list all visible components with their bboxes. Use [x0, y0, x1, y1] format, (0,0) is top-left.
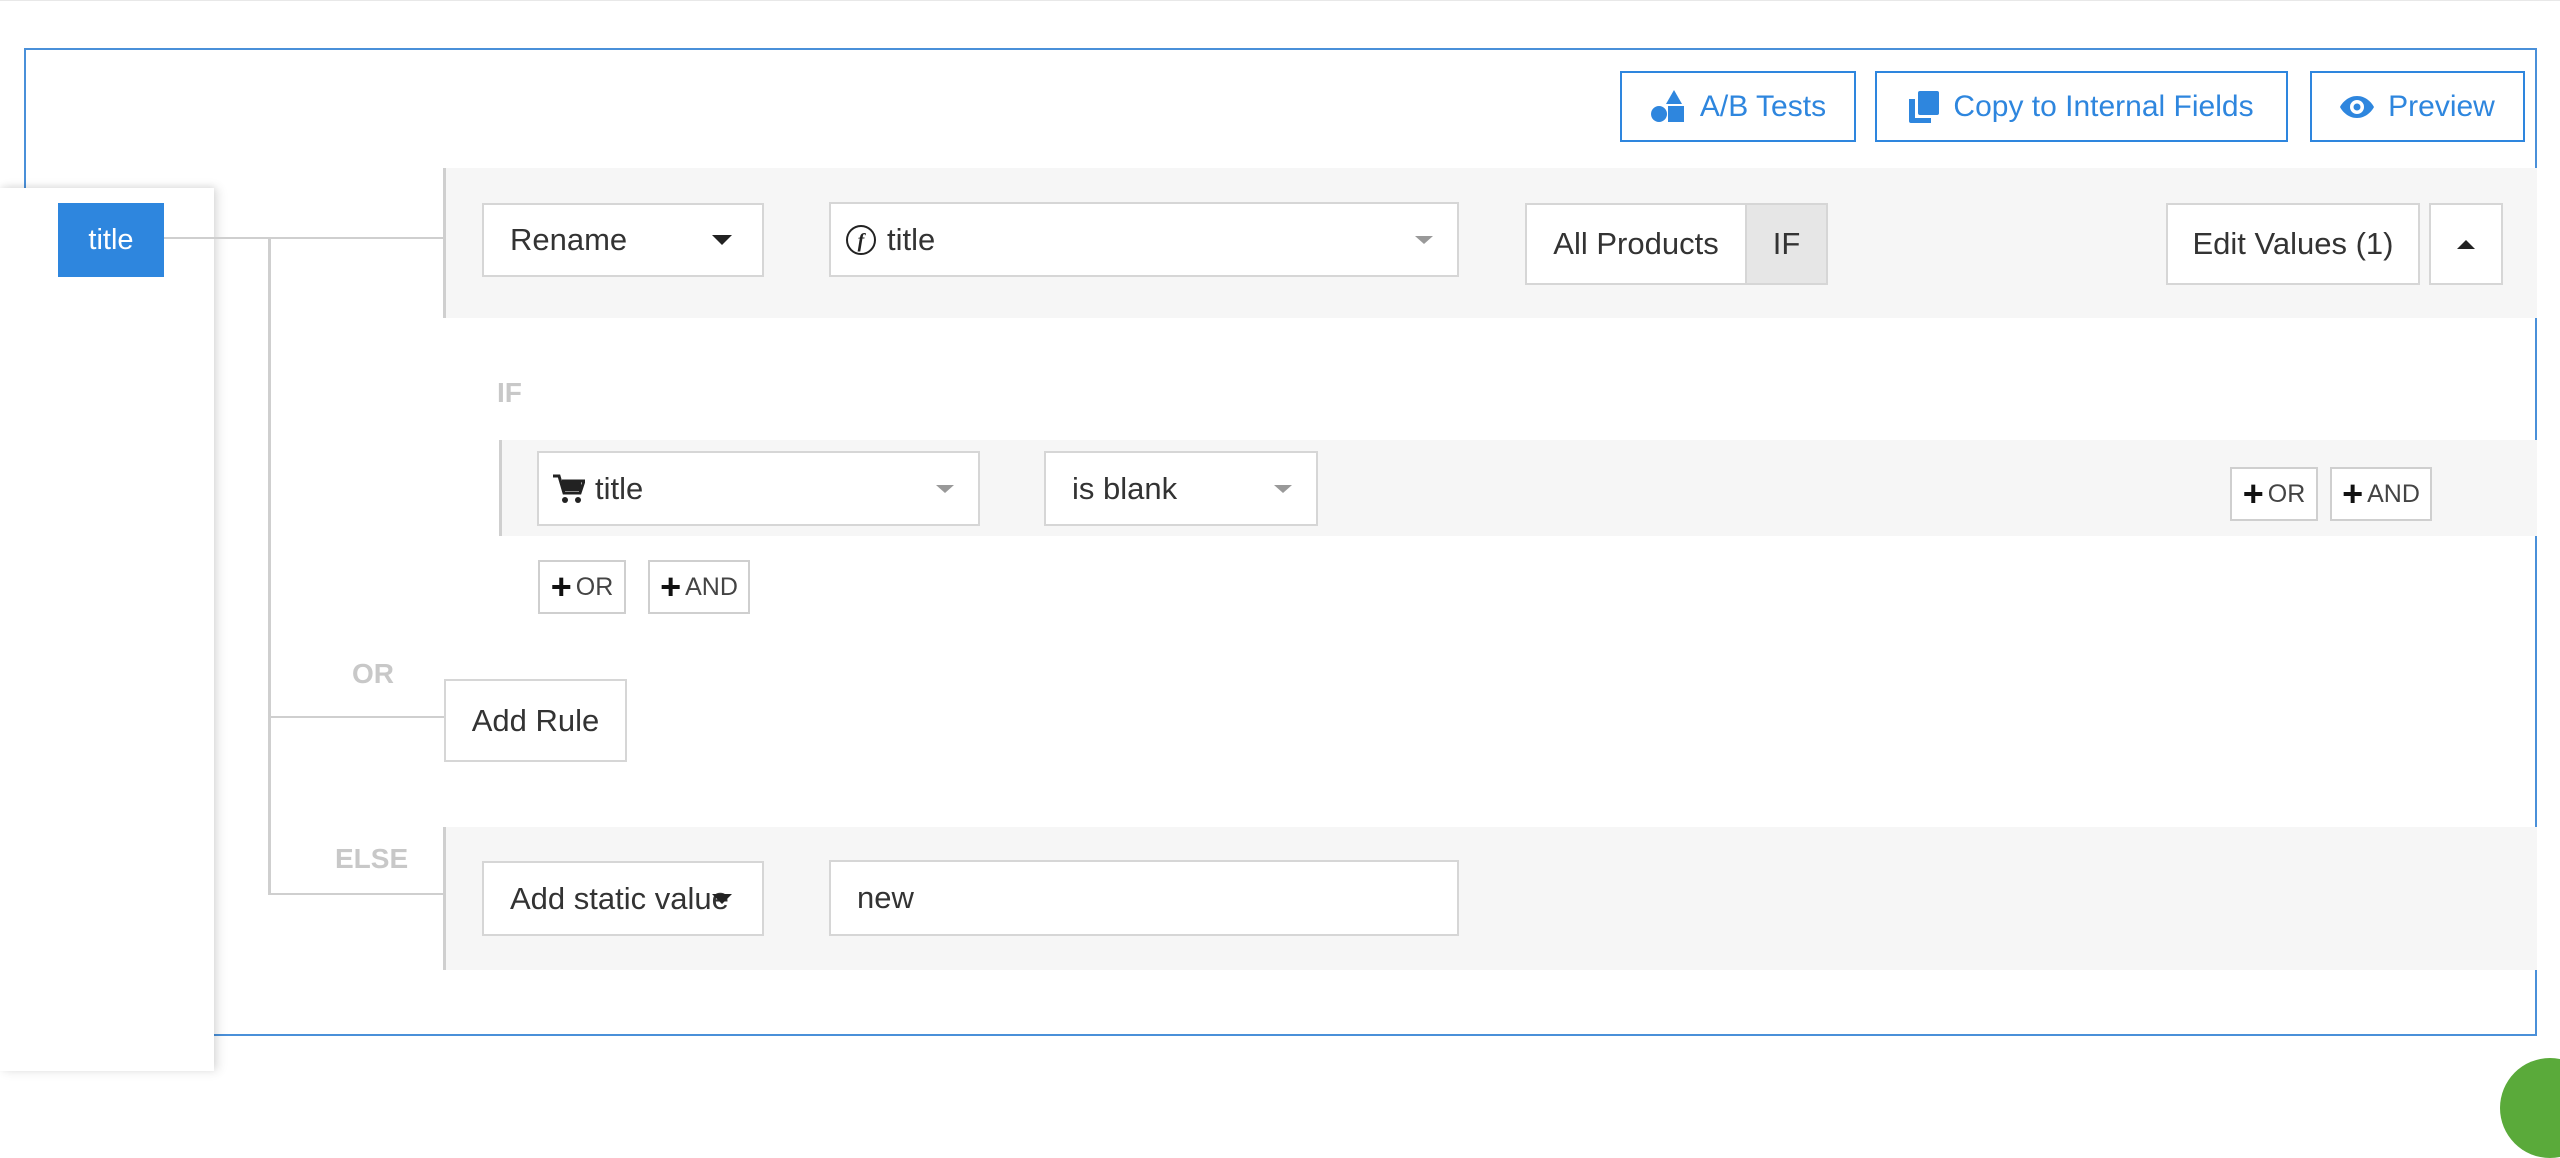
preview-label: Preview — [2388, 89, 2495, 123]
add-rule-label: Add Rule — [471, 702, 600, 738]
chevron-down-icon — [712, 893, 732, 904]
scope-label: All Products — [1553, 226, 1719, 261]
cart-icon — [553, 474, 585, 503]
chevron-down-icon — [936, 484, 954, 493]
condition-field-value: title — [595, 470, 644, 506]
or-label: OR — [352, 658, 394, 689]
edit-values-button[interactable]: Edit Values (1) — [2166, 203, 2420, 285]
tree-connector — [164, 237, 444, 239]
if-toggle-button[interactable]: IF — [1745, 203, 1828, 285]
edit-values-label: Edit Values (1) — [2192, 226, 2394, 261]
else-action-select[interactable]: Add static value — [482, 861, 764, 936]
shapes-icon — [1650, 89, 1684, 122]
chevron-down-icon — [712, 235, 732, 245]
ab-tests-button[interactable]: A/B Tests — [1620, 71, 1856, 142]
tree-connector — [268, 893, 444, 895]
group-add-or-button[interactable]: + OR — [538, 560, 626, 614]
static-value-text: new — [857, 880, 914, 915]
source-field-value: title — [887, 221, 936, 257]
field-list-panel — [0, 188, 214, 1071]
else-action-value: Add static value — [510, 880, 729, 916]
ab-tests-label: A/B Tests — [1699, 89, 1827, 123]
action-select[interactable]: Rename — [482, 203, 764, 277]
chat-widget-button[interactable] — [2500, 1058, 2560, 1158]
plus-icon: + — [2242, 473, 2264, 514]
row-add-and-button[interactable]: + AND — [2330, 467, 2432, 521]
group-add-and-button[interactable]: + AND — [648, 560, 750, 614]
row-add-or-button[interactable]: + OR — [2230, 467, 2318, 521]
copy-icon — [1909, 90, 1940, 123]
group-add-and-label: AND — [685, 572, 738, 601]
add-rule-button[interactable]: Add Rule — [444, 679, 627, 762]
row-add-and-label: AND — [2367, 479, 2420, 508]
preview-button[interactable]: Preview — [2310, 71, 2525, 142]
plus-icon: + — [550, 566, 572, 607]
if-toggle-label: IF — [1772, 226, 1801, 261]
caret-up-icon — [2457, 239, 2475, 249]
condition-field-select[interactable]: title — [537, 451, 980, 526]
copy-label: Copy to Internal Fields — [1953, 89, 2254, 123]
chevron-down-icon — [1415, 235, 1433, 244]
function-icon: f — [846, 224, 876, 255]
else-label: ELSE — [335, 843, 409, 874]
group-add-or-label: OR — [575, 572, 614, 601]
collapse-button[interactable] — [2429, 203, 2503, 285]
svg-text:f: f — [858, 230, 867, 252]
static-value-input[interactable]: new — [829, 860, 1459, 936]
if-label: IF — [497, 377, 522, 408]
copy-to-internal-fields-button[interactable]: Copy to Internal Fields — [1875, 71, 2288, 142]
top-divider — [0, 0, 2560, 1]
rule-row-edge — [443, 168, 446, 318]
source-field-select[interactable]: f title — [829, 202, 1459, 277]
tree-connector — [268, 716, 444, 718]
else-row-edge — [443, 827, 446, 970]
field-tag-title[interactable]: title — [58, 203, 164, 277]
field-tag-label: title — [88, 223, 134, 256]
plus-icon: + — [660, 566, 682, 607]
chevron-down-icon — [1274, 484, 1292, 493]
condition-operator-select[interactable]: is blank — [1044, 451, 1318, 526]
eye-icon — [2340, 95, 2375, 118]
tree-connector — [268, 237, 271, 350]
tree-connector — [268, 350, 271, 895]
condition-operator-value: is blank — [1072, 470, 1178, 506]
scope-all-products-button[interactable]: All Products — [1525, 203, 1747, 285]
plus-icon: + — [2342, 473, 2364, 514]
action-select-value: Rename — [510, 222, 628, 257]
row-add-or-label: OR — [2267, 479, 2306, 508]
condition-row-edge — [499, 440, 502, 536]
